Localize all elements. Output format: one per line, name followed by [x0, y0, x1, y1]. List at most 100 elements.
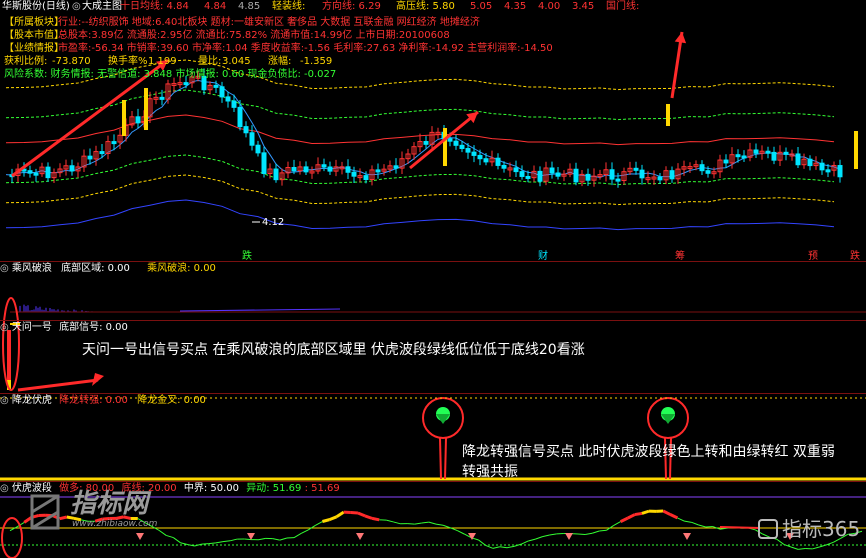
candle-body — [261, 152, 267, 174]
candle-body — [723, 159, 729, 164]
candle-body — [477, 154, 483, 160]
oscillator-segment — [641, 509, 650, 515]
oscillator-segment — [279, 537, 288, 541]
oscillator-segment — [442, 524, 451, 529]
oscillator-segment — [698, 524, 706, 528]
settings-icon[interactable]: ◎ — [0, 322, 12, 333]
annotation-xianglong-line1: 降龙转强信号买点 此时伏虎波段绿色上转和由绿转红 双重弱 — [462, 444, 835, 460]
watermark-left: 指标网 — [70, 489, 149, 519]
oscillator-segment — [158, 529, 167, 536]
oscillator-segment — [208, 542, 216, 545]
pointer-arrow-head — [92, 373, 104, 386]
oscillator-segment — [627, 513, 636, 520]
signal-triangle — [661, 414, 675, 424]
oscillator-segment — [315, 521, 323, 526]
candle-body — [27, 170, 33, 174]
oscillator-segment — [300, 529, 309, 534]
pointer-arrow — [17, 378, 99, 392]
candle-body — [33, 172, 39, 176]
chart-canvas — [0, 31, 866, 558]
oscillator-segment — [335, 510, 345, 519]
turnover-value: 1.199 — [148, 56, 177, 67]
oscillator-segment — [662, 509, 671, 516]
header-item-0: 十日均线: 4.84 — [120, 1, 189, 12]
oscillator-segment — [328, 515, 338, 522]
candle-body — [135, 116, 141, 124]
settings-icon[interactable]: ◎ — [0, 263, 12, 274]
signal-candle — [854, 131, 858, 169]
oscillator-segment — [499, 546, 508, 549]
profit-value: -73.870 — [52, 56, 91, 67]
oscillator-segment — [393, 521, 401, 525]
oscillator-segment — [272, 538, 280, 541]
oscillator-segment — [619, 516, 629, 523]
candle-body — [615, 178, 621, 182]
candle-body — [225, 96, 231, 102]
oscillator-segment — [549, 533, 557, 536]
header-item-7: 4.35 — [504, 1, 527, 12]
oscillator-segment — [180, 542, 188, 546]
header-item-8: 4.00 — [538, 1, 561, 12]
zhibiao-logo-icon — [28, 492, 62, 532]
oscillator-segment — [634, 511, 643, 517]
signal-candle — [122, 100, 126, 136]
candle-body — [705, 170, 711, 174]
candle-body — [45, 166, 51, 179]
settings-icon[interactable]: ◎ — [0, 483, 12, 494]
settings-icon[interactable]: ◎ — [0, 395, 12, 406]
signal-stem — [444, 437, 447, 480]
oscillator-segment — [485, 544, 493, 549]
watermark-left-url: www.zhibiaow.com — [72, 519, 158, 529]
oscillator-segment — [357, 511, 366, 518]
zhibiao365-logo-icon — [758, 519, 778, 539]
moving-average-line — [5, 79, 841, 179]
candle-body — [795, 153, 801, 166]
risk-row: 风险系数: 财务情报: 无警信道: 3.848 市场情报: 0.60 现金负债比… — [4, 69, 337, 80]
oscillator-segment — [435, 523, 444, 526]
sector-tag: 【所属板块】 — [4, 17, 64, 28]
low-price-label: 4.12 — [262, 217, 285, 228]
performance-tag: 【业绩情报】 — [4, 43, 64, 54]
oscillator-segment — [520, 540, 529, 545]
candle-body — [837, 165, 843, 178]
volratio-value: 3.045 — [222, 56, 251, 67]
candle-body — [447, 138, 453, 142]
pane-tianwen-title: ◎ 天问一号 底部信号: 0.00 — [0, 322, 128, 333]
oscillator-segment — [677, 517, 685, 522]
candle-body — [231, 100, 237, 108]
candle-body — [393, 165, 399, 169]
settings-icon[interactable]: ◎ — [72, 1, 81, 13]
candle-body — [753, 149, 759, 154]
oscillator-segment — [322, 518, 330, 523]
candle-body — [555, 172, 561, 177]
candle-body — [501, 164, 507, 169]
watermark-right: 指标365 — [782, 517, 861, 541]
oscillator-segment — [669, 513, 679, 520]
header-item-5: 高压线: 5.80 — [396, 1, 455, 12]
signal-stem — [439, 437, 442, 480]
oscillator-segment — [173, 537, 181, 544]
pane-divider[interactable] — [0, 320, 866, 321]
candle-body — [585, 173, 591, 181]
candle-body — [291, 167, 297, 172]
candle-body — [345, 166, 351, 173]
oscillator-segment — [222, 540, 231, 543]
pane-xianglong-title: ◎ 降龙伏虎 降龙转强: 0.00 降龙金叉: 0.00 — [0, 395, 206, 406]
oscillator-marker — [565, 533, 573, 540]
header-item-1: 4.84 — [204, 1, 227, 12]
oscillator-segment — [599, 529, 607, 532]
candle-body — [483, 158, 489, 163]
candle-body — [495, 157, 501, 166]
candle-body — [471, 151, 477, 156]
header-item-6: 5.05 — [470, 1, 493, 12]
candle-body — [771, 151, 777, 161]
main-indicator-name[interactable]: 大成主图 — [82, 1, 122, 13]
oscillator-segment — [542, 534, 550, 538]
candle-body — [741, 155, 747, 159]
equity-tag: 【股本市值】 — [4, 30, 64, 41]
candle-body — [465, 148, 471, 153]
oscillator-segment — [528, 538, 536, 542]
candle-body — [783, 151, 789, 155]
candle-body — [183, 82, 189, 86]
oscillator-segment — [798, 548, 806, 550]
